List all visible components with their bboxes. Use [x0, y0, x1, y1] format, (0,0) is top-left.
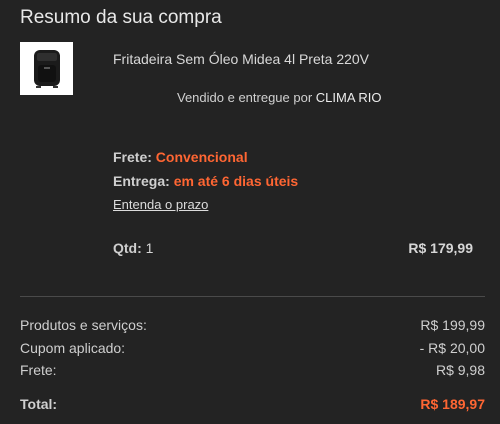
- shipping-cost-value: R$ 9,98: [435, 362, 485, 378]
- quantity-value: 1: [145, 240, 154, 256]
- total-value: R$ 189,97: [420, 396, 485, 412]
- coupon-label: Cupom aplicado:: [20, 340, 126, 356]
- shipping-cost-label: Frete:: [20, 362, 57, 378]
- shipping-method: Frete: Convencional: [113, 149, 248, 165]
- coupon-value: - R$ 20,00: [419, 340, 485, 356]
- quantity-label: Qtd:: [113, 240, 142, 256]
- subtotal-label: Produtos e serviços:: [20, 317, 147, 333]
- frete-value: Convencional: [155, 149, 248, 165]
- seller-info: Vendido e entregue por CLIMA RIO: [177, 90, 382, 105]
- quantity: Qtd: 1: [113, 240, 153, 256]
- product-name[interactable]: Fritadeira Sem Óleo Midea 4l Preta 220V: [113, 51, 369, 67]
- delivery-estimate: Entrega: em até 6 dias úteis: [113, 173, 298, 189]
- seller-prefix: Vendido e entregue por: [177, 90, 313, 105]
- frete-label: Frete:: [113, 149, 152, 165]
- purchase-summary: Resumo da sua compra Fritadeira Sem Óleo…: [0, 0, 500, 424]
- understand-deadline-link[interactable]: Entenda o prazo: [113, 197, 208, 212]
- product-image[interactable]: [20, 42, 73, 95]
- total-label: Total:: [20, 396, 58, 412]
- shipping-cost-row: Frete: R$ 9,98: [20, 362, 485, 378]
- subtotal-value: R$ 199,99: [420, 317, 485, 333]
- summary-title: Resumo da sua compra: [20, 7, 222, 28]
- divider: [20, 296, 485, 297]
- seller-name: CLIMA RIO: [315, 90, 382, 105]
- item-price: R$ 179,99: [408, 240, 473, 256]
- entrega-value: em até 6 dias úteis: [173, 173, 299, 189]
- coupon-row: Cupom aplicado: - R$ 20,00: [20, 340, 485, 356]
- entrega-label: Entrega:: [113, 173, 170, 189]
- total-row: Total: R$ 189,97: [20, 396, 485, 412]
- air-fryer-icon: [33, 49, 60, 88]
- subtotal-row: Produtos e serviços: R$ 199,99: [20, 317, 485, 333]
